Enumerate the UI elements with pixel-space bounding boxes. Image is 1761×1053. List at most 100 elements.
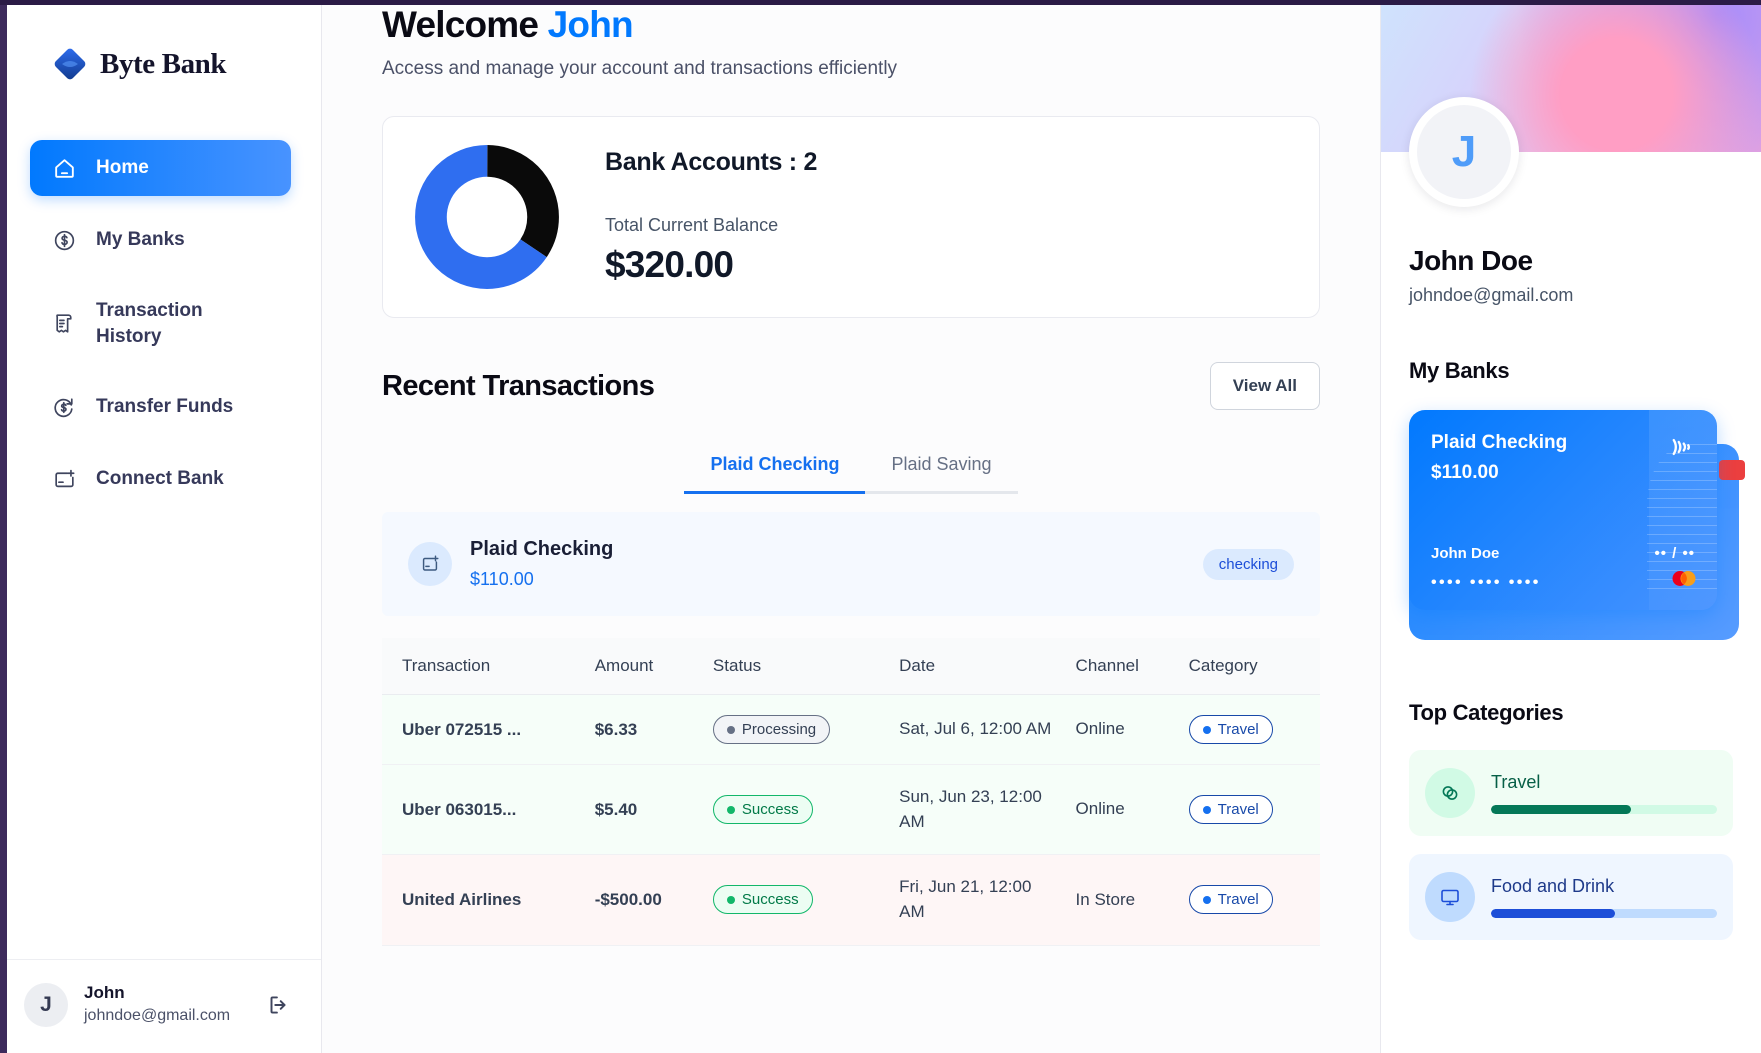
receipt-icon — [50, 310, 78, 338]
category-dot-icon — [1202, 725, 1211, 734]
category-body: Travel — [1491, 772, 1717, 814]
contactless-icon — [1665, 432, 1695, 462]
footer-user-name: John — [84, 983, 125, 1003]
status-badge: Success — [712, 885, 813, 915]
left-sidebar: Byte Bank Home My Banks Transaction Hist… — [0, 0, 322, 1053]
list-item[interactable]: Food and Drink — [1409, 854, 1733, 940]
txn-status-cell: Success — [702, 764, 890, 856]
txn-channel: Online — [1065, 694, 1179, 765]
account-tabs: Plaid Checking Plaid Saving — [382, 444, 1320, 494]
card-bank-name: Plaid Checking — [1431, 432, 1568, 453]
balance-text-block: Bank Accounts : 2 Total Current Balance … — [605, 148, 817, 286]
bank-card-front[interactable]: Plaid Checking $110.00 John Doe •• / •• … — [1409, 410, 1717, 610]
total-balance-card: Bank Accounts : 2 Total Current Balance … — [382, 116, 1320, 318]
avatar: J — [24, 982, 68, 1027]
table-body: Uber 072515 ... $6.33 Processing Sat, Ju… — [382, 694, 1320, 946]
account-balance: $110.00 — [470, 569, 534, 589]
tab-plaid-saving[interactable]: Plaid Saving — [865, 444, 1018, 494]
card-title-block: Plaid Checking $110.00 — [1431, 432, 1567, 484]
category-label: Travel — [1217, 721, 1259, 738]
profile-email: johndoe@gmail.com — [1409, 285, 1574, 305]
dashboard-root: Byte Bank Home My Banks Transaction Hist… — [0, 0, 1761, 1053]
category-badge: Travel — [1188, 885, 1273, 915]
sidebar-user-footer: J John johndoe@gmail.com — [0, 959, 321, 1053]
card-bottom-block: John Doe •• / •• •••• •••• •••• — [1431, 545, 1696, 592]
logout-icon[interactable] — [263, 990, 293, 1020]
brand[interactable]: Byte Bank — [0, 30, 321, 82]
card-holder-name: John Doe — [1431, 545, 1500, 562]
profile-block: J John Doe johndoe@gmail.com — [1381, 97, 1761, 306]
greeting-text: Welcome — [382, 4, 539, 45]
total-balance-label: Total Current Balance — [605, 215, 779, 235]
mastercard-icon — [1669, 569, 1699, 588]
footer-user-email: johndoe@gmail.com — [84, 1007, 231, 1025]
rings-icon — [1425, 768, 1475, 818]
total-balance-amount: $320.00 — [605, 244, 734, 285]
progress-fill — [1491, 909, 1616, 918]
txn-name: Uber 072515 ... — [382, 694, 585, 765]
category-dot-icon — [1202, 805, 1211, 814]
sidebar-item-label: Transfer Funds — [96, 396, 234, 418]
list-item[interactable]: Travel — [1409, 750, 1733, 836]
card-expiry: •• / •• — [1654, 545, 1695, 562]
category-dot-icon — [1202, 895, 1211, 904]
txn-date: Sat, Jul 6, 12:00 AM — [889, 694, 1066, 765]
account-meta: Plaid Checking $110.00 — [470, 538, 1185, 590]
card-holder-row: John Doe •• / •• — [1431, 545, 1695, 562]
sidebar-item-connect-bank[interactable]: Connect Bank — [30, 451, 291, 507]
category-label: Travel — [1217, 891, 1259, 909]
status-badge: Processing — [712, 715, 831, 744]
brand-name: Byte Bank — [100, 47, 227, 80]
table-row[interactable]: Uber 072515 ... $6.33 Processing Sat, Ju… — [382, 694, 1320, 765]
home-icon — [50, 154, 78, 182]
table-head: Transaction Amount Status Date Channel C… — [382, 638, 1320, 695]
txn-amount: $6.33 — [584, 694, 703, 765]
category-name: Food and Drink — [1491, 876, 1615, 896]
txn-name: Uber 063015... — [382, 764, 585, 856]
top-categories-title: Top Categories — [1409, 700, 1564, 725]
txn-date: Sun, Jun 23, 12:00 AM — [889, 764, 1066, 856]
sidebar-item-transfer-funds[interactable]: Transfer Funds — [30, 379, 291, 435]
txn-status-cell: Success — [702, 854, 890, 946]
table-row[interactable]: Uber 063015... $5.40 Success Sun, Jun 23… — [382, 764, 1320, 856]
txn-channel: In Store — [1065, 854, 1179, 946]
account-name: Plaid Checking — [470, 538, 614, 560]
card-amount: $110.00 — [1431, 462, 1499, 483]
sidebar-item-transaction-history[interactable]: Transaction History — [30, 284, 291, 363]
card-plus-icon — [408, 542, 452, 586]
diamond-logo-icon — [52, 46, 88, 82]
status-label: Success — [741, 801, 799, 819]
bank-card-stack[interactable]: •••• •••• •••• Plaid Checking $110.00 — [1409, 410, 1745, 648]
txn-category-cell: Travel — [1178, 694, 1320, 765]
column-header-date: Date — [889, 638, 1066, 695]
tab-plaid-checking[interactable]: Plaid Checking — [684, 444, 866, 494]
main-content: Welcome John Access and manage your acco… — [322, 0, 1380, 1053]
card-number: •••• •••• •••• — [1431, 574, 1541, 591]
top-categories-list: Travel Food and Drink — [1409, 750, 1733, 940]
sidebar-item-label: Transaction History — [96, 300, 203, 347]
page-title: Welcome John — [382, 0, 1320, 46]
sidebar-item-my-banks[interactable]: My Banks — [30, 212, 291, 268]
status-dot-icon — [726, 725, 735, 734]
view-all-button[interactable]: View All — [1209, 362, 1320, 410]
my-banks-section: My Banks •••• •••• •••• Plaid Checking $… — [1381, 358, 1761, 940]
txn-amount: $5.40 — [584, 764, 703, 856]
footer-user-meta: John johndoe@gmail.com — [84, 982, 247, 1027]
category-name: Travel — [1491, 772, 1541, 792]
progress-track — [1491, 805, 1717, 814]
category-label: Travel — [1217, 801, 1259, 819]
section-title: Recent Transactions — [382, 369, 655, 402]
column-header-category: Category — [1178, 638, 1320, 695]
column-header-channel: Channel — [1065, 638, 1179, 695]
dollar-arrow-icon — [50, 393, 78, 421]
progress-track — [1491, 909, 1717, 918]
table-row[interactable]: United Airlines -$500.00 Success Fri, Ju… — [382, 854, 1320, 946]
right-panel: J John Doe johndoe@gmail.com My Banks ••… — [1380, 0, 1761, 1053]
txn-name: United Airlines — [382, 854, 585, 946]
status-dot-icon — [726, 805, 735, 814]
txn-channel: Online — [1065, 764, 1179, 856]
column-header-status: Status — [702, 638, 890, 695]
balance-donut-chart — [413, 143, 561, 291]
sidebar-item-home[interactable]: Home — [30, 140, 291, 196]
window-left-stripe — [0, 0, 7, 1053]
